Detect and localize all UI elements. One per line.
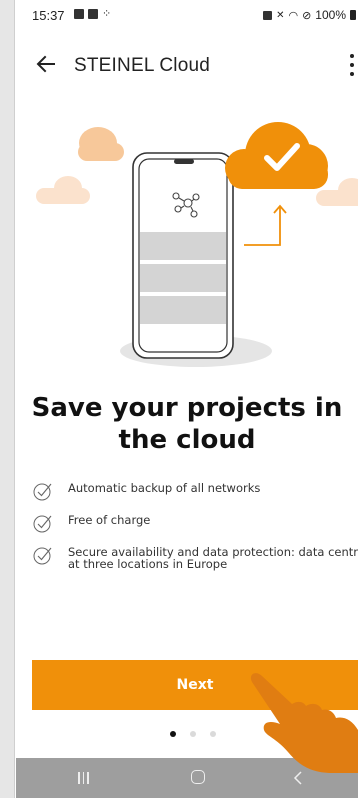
feature-text: Free of charge	[68, 513, 151, 527]
mute-icon: ✕	[276, 9, 285, 21]
feature-item: Free of charge	[32, 514, 358, 534]
message-notification-icon	[88, 9, 98, 19]
nfc-icon	[263, 10, 273, 20]
feature-list: Automatic backup of all networks Free of…	[32, 482, 358, 582]
cloud-sync-illustration	[36, 122, 358, 367]
system-status-icons: ✕ ◠ ⊘ 100%	[263, 8, 356, 22]
circle-check-icon	[33, 547, 52, 565]
page-dot[interactable]	[190, 731, 196, 737]
page-headline: Save your projects in the cloud	[31, 393, 343, 455]
device-frame-edge	[0, 0, 15, 798]
feature-item: Automatic backup of all networks	[32, 482, 358, 502]
wifi-icon: ◠	[288, 9, 299, 22]
cloud-check-icon	[225, 122, 328, 189]
app-bar: STEINEL Cloud	[16, 46, 358, 86]
small-cloud-left-icon	[78, 127, 124, 161]
notification-icons: ⁘	[74, 8, 112, 20]
page-indicator	[170, 731, 216, 737]
kebab-menu-icon[interactable]	[348, 54, 356, 76]
battery-level: 100%	[315, 8, 346, 22]
feature-text: Secure availability and data protection:…	[68, 546, 358, 570]
faint-cloud-left-icon	[36, 176, 90, 204]
battery-icon	[350, 10, 356, 20]
upload-arrow-icon	[244, 204, 287, 246]
back-chevron-icon[interactable]	[292, 771, 304, 785]
arrow-left-icon[interactable]	[34, 52, 58, 76]
status-bar: 15:37 ⁘ ✕ ◠ ⊘ 100%	[16, 0, 358, 30]
status-time: 15:37	[32, 8, 65, 23]
app-title: STEINEL Cloud	[74, 55, 211, 76]
feature-text-line: at three locations in Europe	[68, 557, 228, 571]
phone-icon	[132, 152, 234, 359]
feature-text: Automatic backup of all networks	[68, 481, 261, 495]
gallery-notification-icon	[74, 9, 84, 19]
tap-hand-icon	[250, 673, 358, 773]
feature-item: Secure availability and data protection:…	[32, 546, 358, 570]
recent-apps-icon[interactable]	[78, 772, 90, 784]
page-dot[interactable]	[210, 731, 216, 737]
home-icon[interactable]	[191, 770, 205, 784]
page-dot-active[interactable]	[170, 731, 176, 737]
do-not-disturb-icon: ⊘	[302, 9, 312, 22]
app-notification-icon: ⁘	[102, 8, 112, 20]
circle-check-icon	[33, 515, 52, 533]
circle-check-icon	[33, 483, 52, 501]
